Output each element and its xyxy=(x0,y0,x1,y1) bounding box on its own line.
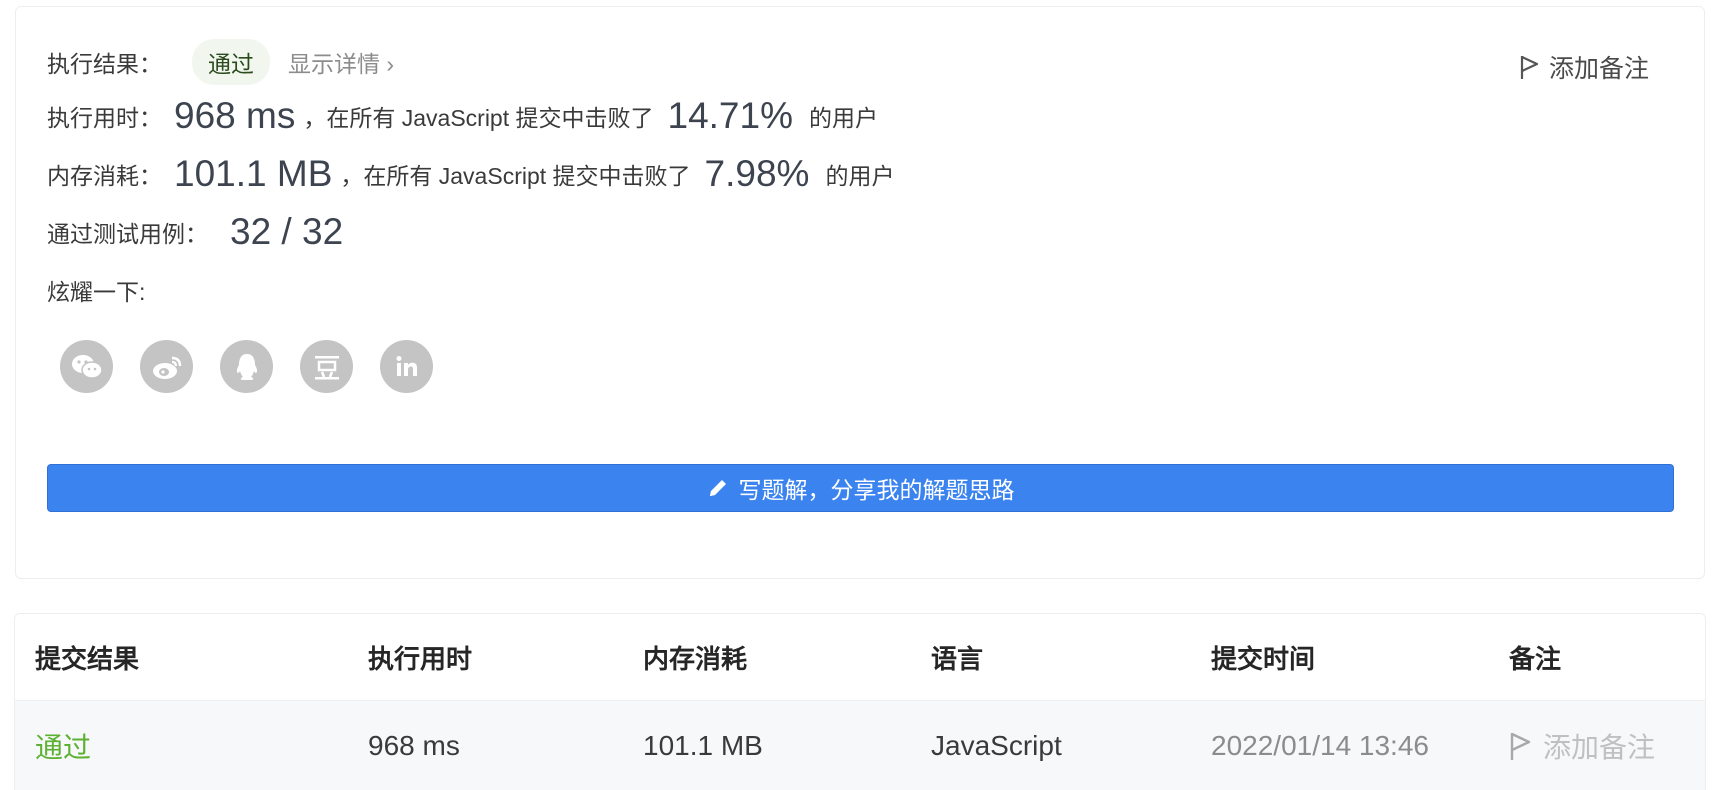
row-status-link[interactable]: 通过 xyxy=(35,726,91,766)
runtime-prefix: ，在所有 JavaScript 提交中击败了 xyxy=(303,105,654,131)
status-badge: 通过 xyxy=(192,39,270,85)
show-details-link[interactable]: 显示详情 › xyxy=(288,45,394,79)
qq-icon[interactable] xyxy=(220,340,273,393)
runtime-suffix: 的用户 xyxy=(809,105,878,131)
testcases-value: 32 / 32 xyxy=(230,211,344,252)
runtime-row: 执行用时： 968 ms ，在所有 JavaScript 提交中击败了 14.7… xyxy=(47,95,878,137)
testcases-label: 通过测试用例： xyxy=(47,221,208,247)
exec-result-row: 执行结果： 通过 显示详情 › xyxy=(47,39,394,85)
table-row[interactable]: 通过 968 ms 101.1 MB JavaScript 2022/01/14… xyxy=(15,701,1705,790)
share-row: 炫耀一下: xyxy=(47,273,145,307)
table-header: 提交结果 执行用时 内存消耗 语言 提交时间 备注 xyxy=(15,614,1705,701)
add-note-button[interactable]: 添加备注 xyxy=(1519,49,1649,85)
row-add-note-button[interactable]: 添加备注 xyxy=(1509,726,1655,766)
runtime-label: 执行用时： xyxy=(47,105,162,131)
share-label: 炫耀一下: xyxy=(47,279,146,305)
runtime-percent: 14.71% xyxy=(667,95,794,136)
header-language: 语言 xyxy=(931,643,984,674)
weibo-icon[interactable] xyxy=(140,340,193,393)
row-memory: 101.1 MB xyxy=(643,730,763,761)
testcases-row: 通过测试用例： 32 / 32 xyxy=(47,211,343,253)
write-solution-label: 写题解，分享我的解题思路 xyxy=(738,477,1015,503)
header-submit-time: 提交时间 xyxy=(1211,643,1316,674)
row-runtime: 968 ms xyxy=(368,730,460,761)
wechat-icon[interactable] xyxy=(60,340,113,393)
linkedin-icon[interactable] xyxy=(380,340,433,393)
memory-suffix: 的用户 xyxy=(825,163,895,189)
memory-prefix: ，在所有 JavaScript 提交中击败了 xyxy=(340,163,691,189)
flag-icon xyxy=(1520,56,1539,79)
header-memory: 内存消耗 xyxy=(643,643,748,674)
row-language: JavaScript xyxy=(931,730,1062,761)
pencil-icon xyxy=(709,480,726,496)
submission-result-card: 执行结果： 通过 显示详情 › 添加备注 执行用时： 968 ms ，在所有 J… xyxy=(15,6,1705,579)
write-solution-button[interactable]: 写题解，分享我的解题思路 xyxy=(47,464,1674,512)
header-runtime: 执行用时 xyxy=(368,643,473,674)
header-status: 提交结果 xyxy=(35,643,140,674)
add-note-label: 添加备注 xyxy=(1548,55,1649,83)
share-icons xyxy=(60,340,433,393)
memory-row: 内存消耗： 101.1 MB ，在所有 JavaScript 提交中击败了 7.… xyxy=(47,153,894,195)
memory-value: 101.1 MB xyxy=(174,153,333,194)
flag-icon xyxy=(1510,732,1531,760)
row-submit-time: 2022/01/14 13:46 xyxy=(1211,730,1429,761)
submissions-table: 提交结果 执行用时 内存消耗 语言 提交时间 备注 通过 968 ms 101.… xyxy=(14,613,1706,790)
exec-result-label: 执行结果： xyxy=(47,51,162,77)
header-note: 备注 xyxy=(1509,643,1562,674)
memory-label: 内存消耗： xyxy=(47,163,162,189)
row-add-note-label: 添加备注 xyxy=(1543,732,1656,763)
memory-percent: 7.98% xyxy=(704,153,810,194)
runtime-value: 968 ms xyxy=(174,95,296,136)
douban-icon[interactable] xyxy=(300,340,353,393)
